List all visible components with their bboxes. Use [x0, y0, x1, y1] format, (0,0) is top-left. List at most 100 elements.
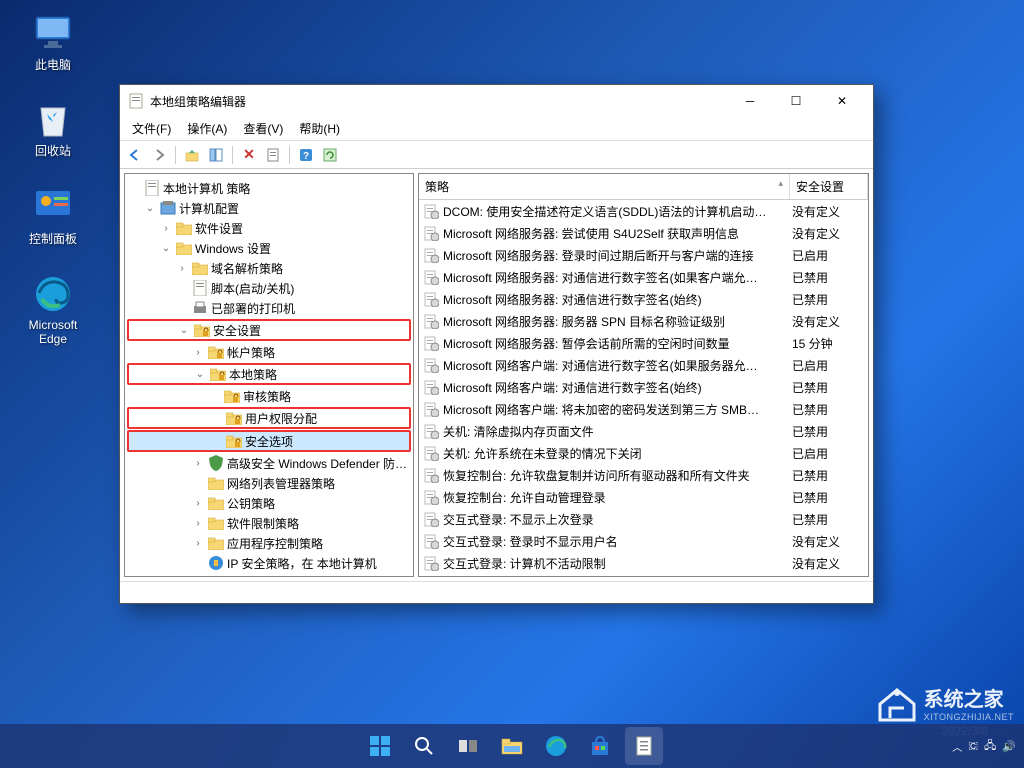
- refresh-button[interactable]: [319, 144, 341, 166]
- column-setting[interactable]: 安全设置: [790, 174, 868, 199]
- systray[interactable]: ︿ 🇨 🖧 🔊: [952, 737, 1016, 756]
- store-button[interactable]: [581, 727, 619, 765]
- desktop-control-panel[interactable]: 控制面板: [18, 186, 88, 247]
- desktop-recycle-bin[interactable]: 回收站: [18, 98, 88, 159]
- tree-item-windows_settings[interactable]: ⌄Windows 设置: [127, 238, 411, 258]
- policy-setting: 没有定义: [792, 313, 864, 330]
- list-row[interactable]: Microsoft 网络客户端: 将未加密的密码发送到第三方 SMB…已禁用: [419, 398, 868, 420]
- menu-view[interactable]: 查看(V): [235, 118, 291, 139]
- forward-button[interactable]: [148, 144, 170, 166]
- tree-item-audit_policy[interactable]: 审核策略: [127, 386, 411, 406]
- list-row[interactable]: DCOM: 使用安全描述符定义语言(SDDL)语法的计算机启动…没有定义: [419, 200, 868, 222]
- properties-button[interactable]: [262, 144, 284, 166]
- folder-icon: [208, 344, 224, 360]
- tree-toggle[interactable]: ⌄: [143, 203, 157, 214]
- titlebar[interactable]: 本地组策略编辑器 ─ ☐ ✕: [120, 85, 873, 117]
- input-icon[interactable]: 🇨: [968, 740, 978, 753]
- tree-item-security[interactable]: ⌄安全设置: [127, 319, 411, 341]
- back-button[interactable]: [124, 144, 146, 166]
- tree-item-printers[interactable]: 已部署的打印机: [127, 298, 411, 318]
- tree-item-computer_config[interactable]: ⌄计算机配置: [127, 198, 411, 218]
- list-row[interactable]: 恢复控制台: 允许软盘复制并访问所有驱动器和所有文件夹已禁用: [419, 464, 868, 486]
- list-row[interactable]: Microsoft 网络服务器: 对通信进行数字签名(始终)已禁用: [419, 288, 868, 310]
- policy-icon: [423, 379, 439, 395]
- delete-button[interactable]: ✕: [238, 144, 260, 166]
- tree-toggle[interactable]: ›: [191, 347, 205, 358]
- search-button[interactable]: [405, 727, 443, 765]
- tree-toggle[interactable]: ›: [191, 498, 205, 509]
- tree-pane[interactable]: 本地计算机 策略⌄计算机配置›软件设置⌄Windows 设置›域名解析策略脚本(…: [124, 173, 414, 577]
- policy-icon: [423, 335, 439, 351]
- tree-toggle[interactable]: ›: [159, 223, 173, 234]
- gpedit-taskbar-button[interactable]: [625, 727, 663, 765]
- gpedit-window: 本地组策略编辑器 ─ ☐ ✕ 文件(F) 操作(A) 查看(V) 帮助(H) ✕…: [119, 84, 874, 604]
- list-row[interactable]: 关机: 清除虚拟内存页面文件已禁用: [419, 420, 868, 442]
- tree-item-root[interactable]: 本地计算机 策略: [127, 178, 411, 198]
- tree-item-app_ctrl[interactable]: ›应用程序控制策略: [127, 533, 411, 553]
- list-row[interactable]: Microsoft 网络服务器: 登录时间过期后断开与客户端的连接已启用: [419, 244, 868, 266]
- tree-item-ipsec[interactable]: IP 安全策略，在 本地计算机: [127, 553, 411, 573]
- volume-icon[interactable]: 🔊: [1002, 740, 1016, 753]
- policy-icon: [423, 247, 439, 263]
- tree-toggle[interactable]: ⌄: [159, 243, 173, 254]
- tree-item-pubkey[interactable]: ›公钥策略: [127, 493, 411, 513]
- tree-toggle[interactable]: ⌄: [193, 369, 207, 380]
- menu-help[interactable]: 帮助(H): [291, 118, 348, 139]
- tree-item-scripts[interactable]: 脚本(启动/关机): [127, 278, 411, 298]
- tree-item-account_policy[interactable]: ›帐户策略: [127, 342, 411, 362]
- svg-text:?: ?: [303, 151, 309, 162]
- tree-toggle[interactable]: ›: [191, 518, 205, 529]
- policy-setting: 已启用: [792, 445, 864, 462]
- folder-icon: [208, 455, 224, 471]
- maximize-button[interactable]: ☐: [773, 86, 819, 116]
- list-row[interactable]: Microsoft 网络客户端: 对通信进行数字签名(始终)已禁用: [419, 376, 868, 398]
- tree-item-netlist[interactable]: 网络列表管理器策略: [127, 473, 411, 493]
- list-row[interactable]: 关机: 允许系统在未登录的情况下关闭已启用: [419, 442, 868, 464]
- chevron-up-icon[interactable]: ︿: [952, 739, 962, 754]
- desktop-edge[interactable]: Microsoft Edge: [18, 274, 88, 346]
- tree-toggle[interactable]: ›: [191, 538, 205, 549]
- minimize-button[interactable]: ─: [727, 86, 773, 116]
- list-row[interactable]: Microsoft 网络服务器: 暂停会话前所需的空闲时间数量15 分钟: [419, 332, 868, 354]
- tree-item-sw_restrict[interactable]: ›软件限制策略: [127, 513, 411, 533]
- tree-item-user_rights[interactable]: 用户权限分配: [127, 407, 411, 429]
- help-button[interactable]: ?: [295, 144, 317, 166]
- show-hide-tree-button[interactable]: [205, 144, 227, 166]
- list-row[interactable]: 交互式登录: 登录时不显示用户名没有定义: [419, 530, 868, 552]
- list-row[interactable]: 恢复控制台: 允许自动管理登录已禁用: [419, 486, 868, 508]
- tree-item-security_options[interactable]: 安全选项: [127, 430, 411, 452]
- folder-icon: [144, 180, 160, 196]
- list-row[interactable]: 交互式登录: 计算机帐户锁定阈值没有定义: [419, 574, 868, 577]
- list-row[interactable]: Microsoft 网络服务器: 服务器 SPN 目标名称验证级别没有定义: [419, 310, 868, 332]
- tree-item-dns_policy[interactable]: ›域名解析策略: [127, 258, 411, 278]
- list-row[interactable]: Microsoft 网络服务器: 对通信进行数字签名(如果客户端允…已禁用: [419, 266, 868, 288]
- policy-setting: 已启用: [792, 247, 864, 264]
- list-row[interactable]: 交互式登录: 不显示上次登录已禁用: [419, 508, 868, 530]
- toolbar: ✕ ?: [120, 141, 873, 169]
- tree-toggle[interactable]: ›: [191, 458, 205, 469]
- policy-setting: 已禁用: [792, 489, 864, 506]
- task-view-button[interactable]: [449, 727, 487, 765]
- policy-setting: 已禁用: [792, 511, 864, 528]
- list-pane[interactable]: 策略▴ 安全设置 DCOM: 使用安全描述符定义语言(SDDL)语法的计算机启动…: [418, 173, 869, 577]
- menu-file[interactable]: 文件(F): [124, 118, 179, 139]
- tree-toggle[interactable]: ⌄: [177, 325, 191, 336]
- list-row[interactable]: Microsoft 网络客户端: 对通信进行数字签名(如果服务器允…已启用: [419, 354, 868, 376]
- network-icon[interactable]: 🖧: [984, 737, 996, 756]
- start-button[interactable]: [361, 727, 399, 765]
- window-title: 本地组策略编辑器: [150, 93, 727, 110]
- edge-taskbar-button[interactable]: [537, 727, 575, 765]
- list-row[interactable]: Microsoft 网络服务器: 尝试使用 S4U2Self 获取声明信息没有定…: [419, 222, 868, 244]
- close-button[interactable]: ✕: [819, 86, 865, 116]
- tree-item-software[interactable]: ›软件设置: [127, 218, 411, 238]
- tree-item-local_policy[interactable]: ⌄本地策略: [127, 363, 411, 385]
- menu-action[interactable]: 操作(A): [179, 118, 235, 139]
- tree-toggle[interactable]: ›: [175, 263, 189, 274]
- up-button[interactable]: [181, 144, 203, 166]
- explorer-button[interactable]: [493, 727, 531, 765]
- tree-item-adv_audit[interactable]: ›高级审核策略配置: [127, 573, 411, 577]
- column-policy[interactable]: 策略▴: [419, 174, 790, 199]
- tree-item-defender[interactable]: ›高级安全 Windows Defender 防…: [127, 453, 411, 473]
- list-row[interactable]: 交互式登录: 计算机不活动限制没有定义: [419, 552, 868, 574]
- desktop-this-pc[interactable]: 此电脑: [18, 12, 88, 73]
